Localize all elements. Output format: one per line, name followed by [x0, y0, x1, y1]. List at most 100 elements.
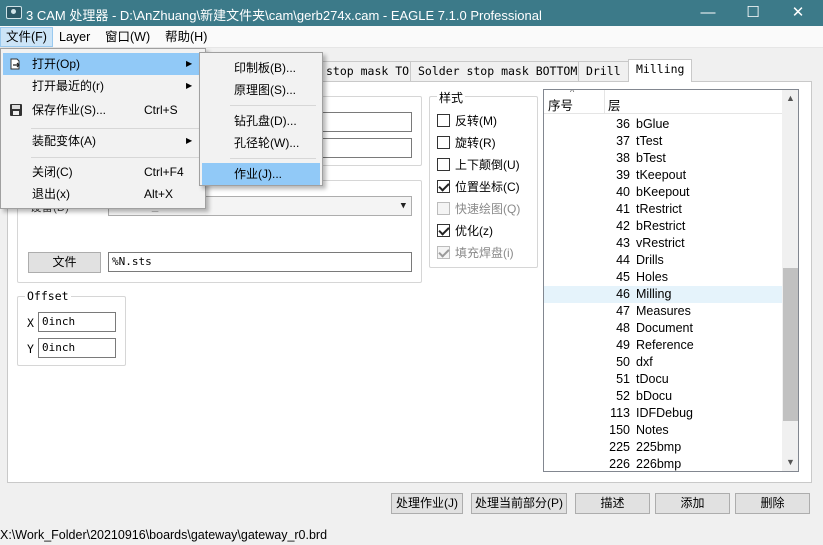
maximize-button[interactable]: ☐: [730, 0, 776, 26]
column-number-header[interactable]: 序号: [548, 95, 573, 114]
open-submenu: 印制板(B)... 原理图(S)... 钻孔盘(D)... 孔径轮(W)... …: [199, 52, 323, 186]
layer-number: 36: [616, 117, 630, 131]
process-section-button[interactable]: 处理当前部分(P): [471, 493, 567, 514]
menu-separator: [230, 158, 316, 159]
layer-row[interactable]: 51 tDocu: [544, 371, 782, 388]
layer-name: dxf: [636, 355, 653, 369]
layer-row[interactable]: 41 tRestrict: [544, 201, 782, 218]
menu-assembly-variant[interactable]: 装配变体(A) ▶: [3, 130, 203, 152]
checkbox-checked[interactable]: [437, 224, 450, 237]
menu-separator: [230, 105, 316, 106]
column-layer-header[interactable]: 层: [608, 95, 621, 114]
close-button[interactable]: ✕: [775, 0, 821, 26]
menu-exit[interactable]: 退出(x) Alt+X: [3, 183, 203, 205]
layer-row[interactable]: 46 Milling: [544, 286, 782, 303]
layer-name: Reference: [636, 338, 694, 352]
layer-row[interactable]: 48 Document: [544, 320, 782, 337]
offset-y-label: Y: [25, 342, 36, 356]
layer-list[interactable]: 序号 ^ 层 36 bGlue 37 tTest 38 bTest 39 tKeepout 40…: [543, 89, 799, 472]
layer-number: 40: [616, 185, 630, 199]
layer-row[interactable]: 39 tKeepout: [544, 167, 782, 184]
add-button[interactable]: 添加: [655, 493, 730, 514]
layer-row[interactable]: 150 Notes: [544, 422, 782, 439]
menu-open[interactable]: 打开(Op) ▶: [3, 53, 203, 75]
tab-milling[interactable]: Milling: [628, 59, 693, 82]
tab-drill[interactable]: Drill: [578, 61, 629, 81]
scroll-up-icon[interactable]: ▲: [782, 90, 798, 107]
layer-list-header: 序号 ^ 层: [544, 90, 782, 114]
window-title: 3 CAM 处理器 - D:\AnZhuang\新建文件夹\cam\gerb27…: [26, 8, 542, 23]
tab-solder-stop-mask-bottom[interactable]: Solder stop mask BOTTOM: [410, 61, 586, 81]
layer-row[interactable]: 40 bKeepout: [544, 184, 782, 201]
submenu-drill-rack[interactable]: 钻孔盘(D)...: [202, 110, 320, 132]
checkbox[interactable]: [437, 114, 450, 127]
app-icon: [6, 6, 22, 19]
submenu-arrow-icon: ▶: [186, 59, 193, 68]
option-rotate[interactable]: 旋转(R): [437, 134, 496, 152]
layer-name: Measures: [636, 304, 691, 318]
layer-row[interactable]: 44 Drills: [544, 252, 782, 269]
file-button[interactable]: 文件: [28, 252, 101, 273]
file-input[interactable]: %N.sts: [108, 252, 412, 272]
layer-row[interactable]: 38 bTest: [544, 150, 782, 167]
layer-row[interactable]: 225 225bmp: [544, 439, 782, 456]
checkbox[interactable]: [437, 158, 450, 171]
offset-x-input[interactable]: 0inch: [38, 312, 116, 332]
layer-number: 42: [616, 219, 630, 233]
menu-layer[interactable]: Layer: [54, 27, 95, 47]
layer-name: 225bmp: [636, 440, 682, 454]
layer-name: Milling: [636, 287, 672, 301]
file-menu: 打开(Op) ▶ 打开最近的(r) ▶ 保存作业(S)... Ctrl+S 装配…: [0, 48, 206, 209]
layer-row[interactable]: 45 Holes: [544, 269, 782, 286]
layer-name: 226bmp: [636, 457, 682, 471]
submenu-wheel[interactable]: 孔径轮(W)...: [202, 132, 320, 154]
offset-y-input[interactable]: 0inch: [38, 338, 116, 358]
layer-row[interactable]: 52 bDocu: [544, 388, 782, 405]
option-mirror[interactable]: 反转(M): [437, 112, 497, 130]
layer-number: 43: [616, 236, 630, 250]
checkbox-checked[interactable]: [437, 180, 450, 193]
layer-row[interactable]: 43 vRestrict: [544, 235, 782, 252]
layer-number: 51: [616, 372, 630, 386]
option-optimize[interactable]: 优化(z): [437, 222, 493, 240]
minimize-button[interactable]: —: [685, 0, 731, 26]
option-upside-down[interactable]: 上下颠倒(U): [437, 156, 520, 174]
layer-number: 226: [609, 457, 630, 471]
menu-file[interactable]: 文件(F): [0, 27, 53, 47]
process-job-button[interactable]: 处理作业(J): [391, 493, 463, 514]
vertical-scrollbar[interactable]: ▲ ▼: [782, 90, 798, 471]
tab-stop-mask-top[interactable]: stop mask TOP: [318, 61, 425, 81]
scroll-thumb[interactable]: [783, 268, 798, 421]
menu-help[interactable]: 帮助(H): [160, 27, 212, 47]
layer-number: 41: [616, 202, 630, 216]
layer-row[interactable]: 42 bRestrict: [544, 218, 782, 235]
layer-row[interactable]: 50 dxf: [544, 354, 782, 371]
layer-row[interactable]: 49 Reference: [544, 337, 782, 354]
layer-row[interactable]: 47 Measures: [544, 303, 782, 320]
offset-title: Offset: [25, 289, 71, 303]
layer-row[interactable]: 226 226bmp: [544, 456, 782, 471]
submenu-board[interactable]: 印制板(B)...: [202, 57, 320, 79]
describe-button[interactable]: 描述: [575, 493, 650, 514]
menu-close[interactable]: 关闭(C) Ctrl+F4: [3, 161, 203, 183]
layer-number: 46: [616, 287, 630, 301]
menu-bar: 文件(F) Layer 窗口(W) 帮助(H): [0, 26, 823, 48]
layer-name: bGlue: [636, 117, 670, 131]
checkbox[interactable]: [437, 136, 450, 149]
menu-window[interactable]: 窗口(W): [100, 27, 155, 47]
submenu-schematic[interactable]: 原理图(S)...: [202, 79, 320, 101]
layer-row[interactable]: 36 bGlue: [544, 116, 782, 133]
layer-name: bRestrict: [636, 219, 686, 233]
layer-name: bKeepout: [636, 185, 690, 199]
submenu-job[interactable]: 作业(J)...: [202, 163, 320, 185]
layer-row[interactable]: 113 IDFDebug: [544, 405, 782, 422]
menu-save-job[interactable]: 保存作业(S)... Ctrl+S: [3, 99, 203, 121]
delete-button[interactable]: 删除: [735, 493, 810, 514]
layer-number: 48: [616, 321, 630, 335]
layer-number: 39: [616, 168, 630, 182]
scroll-down-icon[interactable]: ▼: [782, 454, 798, 471]
option-pos-coord[interactable]: 位置坐标(C): [437, 178, 520, 196]
layer-name: tKeepout: [636, 168, 687, 182]
menu-open-recent[interactable]: 打开最近的(r) ▶: [3, 75, 203, 97]
layer-row[interactable]: 37 tTest: [544, 133, 782, 150]
